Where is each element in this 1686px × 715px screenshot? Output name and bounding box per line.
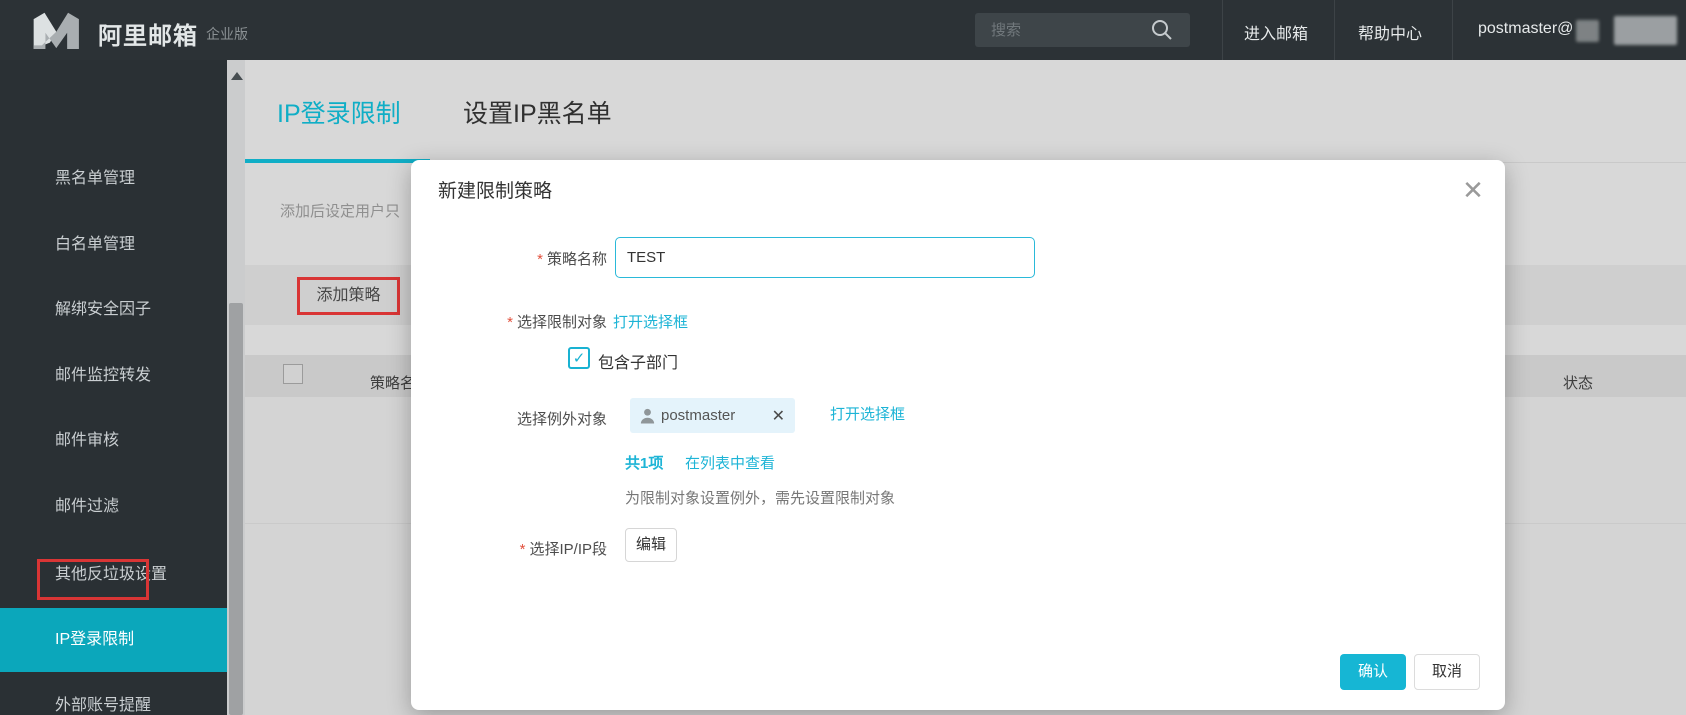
chip-user-name: postmaster [661,407,735,424]
active-tab-underline [245,159,430,163]
required-mark: * [507,314,513,331]
sidebar-item-mail-monitor[interactable]: 邮件监控转发 [0,354,227,398]
header-divider [1222,0,1223,60]
column-status: 状态 [1563,372,1593,393]
include-subdept-label: 包含子部门 [598,349,678,373]
sidebar-item-antispam[interactable]: 其他反垃圾设置 [0,553,227,597]
sidebar-item-whitelist[interactable]: 白名单管理 [0,223,227,267]
close-icon[interactable]: ✕ [1457,174,1489,206]
column-policy-name: 策略名 [370,372,415,393]
open-picker-link-exception[interactable]: 打开选择框 [830,403,905,424]
include-subdept-checkbox[interactable]: ✓ [568,347,590,369]
dialog-title: 新建限制策略 [438,176,552,203]
account-domain-redacted [1614,16,1677,45]
edition-badge: 企业版 [206,24,248,44]
policy-name-label: *策略名称 [411,248,607,269]
search-input[interactable] [989,13,1144,47]
sidebar-item-blacklist[interactable]: 黑名单管理 [0,157,227,201]
page-description: 添加后设定用户只 [280,200,400,221]
sidebar-item-mail-filter[interactable]: 邮件过滤 [0,485,227,529]
user-icon [640,408,655,424]
exception-hint: 为限制对象设置例外，需先设置限制对象 [625,487,895,508]
sidebar-item-unbind-factor[interactable]: 解绑安全因子 [0,288,227,332]
sidebar-item-external-account[interactable]: 外部账号提醒 [0,684,227,715]
alimail-logo-icon [30,11,88,49]
ip-range-label: *选择IP/IP段 [411,538,607,559]
help-center-link[interactable]: 帮助中心 [1358,20,1422,44]
search-icon[interactable] [1150,18,1174,42]
enter-mailbox-link[interactable]: 进入邮箱 [1244,20,1308,44]
app-title: 阿里邮箱 [98,16,198,51]
sidebar-nav: 黑名单管理 白名单管理 解绑安全因子 邮件监控转发 邮件审核 邮件过滤 其他反垃… [0,60,227,715]
edit-ip-button[interactable]: 编辑 [625,528,677,562]
open-picker-link-restrict[interactable]: 打开选择框 [613,311,688,332]
tab-ip-login-limit[interactable]: IP登录限制 [277,94,401,130]
account-menu[interactable]: postmaster@ [1478,20,1573,38]
exception-count: 共1项 [625,452,663,473]
select-all-checkbox[interactable] [283,364,303,384]
view-in-list-link[interactable]: 在列表中查看 [685,452,775,473]
policy-name-input[interactable] [615,237,1035,278]
cancel-button[interactable]: 取消 [1414,654,1480,690]
top-header: 阿里邮箱 企业版 进入邮箱 帮助中心 postmaster@ [0,0,1686,60]
chip-remove-icon[interactable]: ✕ [772,406,785,426]
tab-set-ip-blacklist[interactable]: 设置IP黑名单 [463,94,612,130]
restrict-target-label: *选择限制对象 [411,311,607,332]
page: 阿里邮箱 企业版 进入邮箱 帮助中心 postmaster@ 黑名单管理 白名单… [0,0,1686,715]
sidebar-scrollbar-thumb[interactable] [229,303,243,715]
header-divider [1452,0,1453,60]
exception-target-label: 选择例外对象 [411,408,607,429]
required-mark: * [520,541,526,558]
exception-user-chip: postmaster ✕ [630,398,795,433]
scrollbar-up-icon[interactable] [231,72,243,80]
add-policy-button[interactable]: 添加策略 [297,277,400,315]
confirm-button[interactable]: 确认 [1340,654,1406,690]
new-policy-dialog: 新建限制策略 ✕ *策略名称 *选择限制对象 打开选择框 ✓ 包含子部门 选择例… [411,160,1505,710]
account-domain-redacted [1576,20,1599,42]
required-mark: * [537,251,543,268]
sidebar-item-ip-login-limit[interactable]: IP登录限制 [0,618,227,662]
header-divider [1334,0,1335,60]
sidebar-item-mail-review[interactable]: 邮件审核 [0,419,227,463]
